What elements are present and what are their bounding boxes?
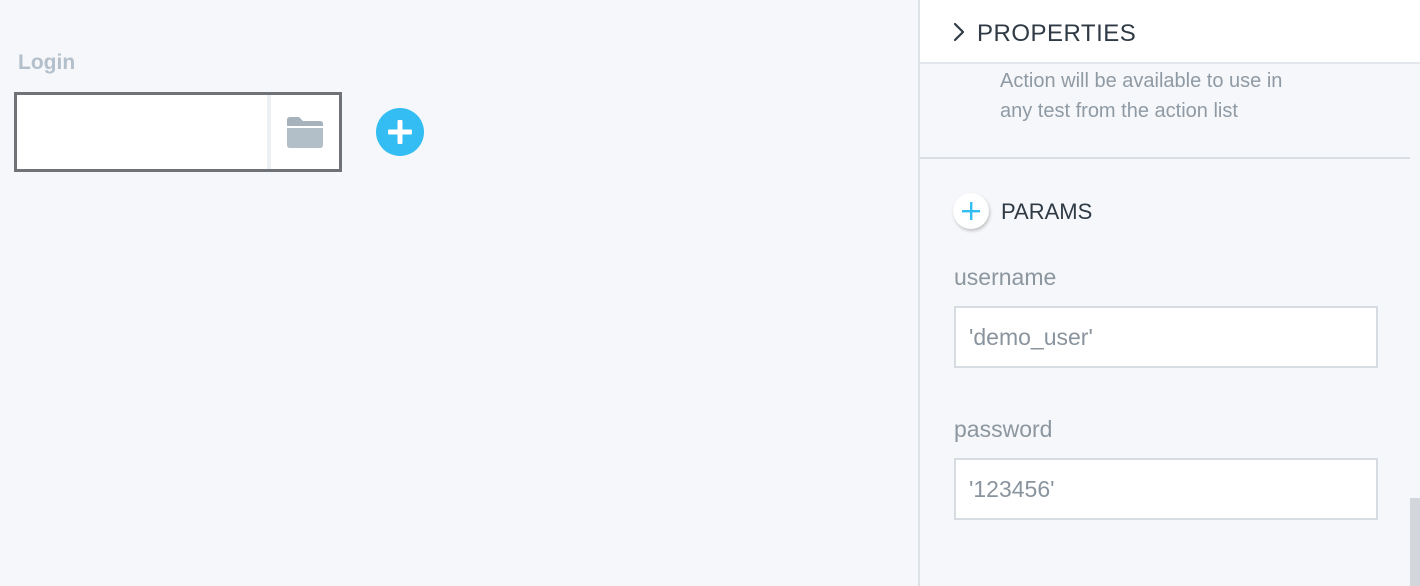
divider (920, 157, 1410, 159)
chevron-right-icon[interactable] (952, 22, 966, 42)
action-description: Action will be available to use in any t… (1000, 70, 1283, 122)
plus-icon (388, 120, 412, 144)
scrollbar-thumb[interactable] (1410, 498, 1420, 586)
step-input[interactable] (17, 95, 267, 169)
properties-header[interactable]: PROPERTIES (920, 0, 1420, 64)
username-label: username (954, 264, 1057, 290)
folder-icon (287, 117, 323, 148)
folder-button[interactable] (267, 95, 339, 169)
panel-title: PROPERTIES (977, 20, 1137, 47)
step-node[interactable] (14, 92, 342, 172)
step-title: Login (18, 51, 76, 74)
properties-panel: PROPERTIES Action will be available to u… (918, 0, 1420, 586)
plus-icon (962, 202, 980, 220)
password-label: password (954, 416, 1053, 442)
workflow-canvas: Login (0, 0, 918, 586)
password-field[interactable] (954, 458, 1378, 520)
username-field[interactable] (954, 306, 1378, 368)
add-param-button[interactable] (953, 193, 989, 229)
params-label: PARAMS (1001, 199, 1093, 224)
add-step-button[interactable] (376, 108, 424, 156)
